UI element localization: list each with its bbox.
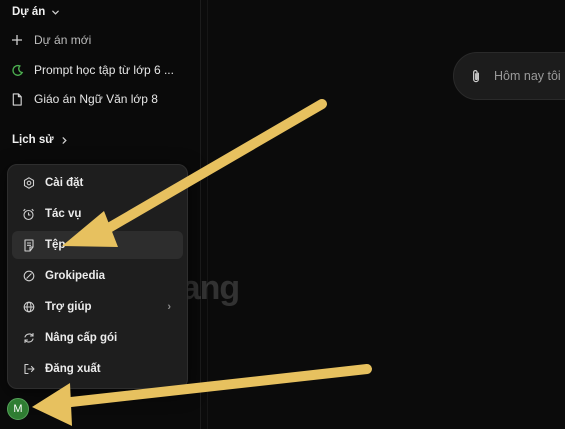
document-icon bbox=[10, 92, 24, 106]
moon-icon bbox=[10, 63, 24, 77]
menu-item-label: Đăng xuất bbox=[45, 363, 101, 375]
divider bbox=[207, 0, 208, 429]
new-project-label: Dự án mới bbox=[34, 33, 92, 47]
file-icon bbox=[22, 238, 35, 252]
new-project-button[interactable]: Dự án mới bbox=[10, 28, 192, 52]
menu-item-logout[interactable]: Đăng xuất bbox=[12, 355, 183, 383]
menu-item-label: Nâng cấp gói bbox=[45, 332, 118, 344]
menu-item-label: Trợ giúp bbox=[45, 301, 92, 313]
menu-item-files[interactable]: Tệp bbox=[12, 231, 183, 259]
menu-item-label: Tệp bbox=[45, 239, 66, 251]
menu-item-label: Grokipedia bbox=[45, 270, 106, 282]
menu-item-label: Tác vụ bbox=[45, 208, 82, 220]
project-label: Prompt học tập từ lớp 6 ... bbox=[34, 63, 174, 77]
project-item[interactable]: Prompt học tập từ lớp 6 ... bbox=[10, 58, 192, 82]
globe-icon bbox=[22, 301, 35, 314]
menu-item-grokipedia[interactable]: Grokipedia bbox=[12, 262, 183, 290]
chevron-right-icon: › bbox=[167, 301, 171, 313]
account-menu: Cài đặt Tác vụ Tệp Grokipedia Trợ giúp ›… bbox=[7, 164, 188, 389]
avatar[interactable]: M bbox=[7, 398, 29, 420]
alarm-clock-icon bbox=[22, 208, 35, 221]
projects-header-label: Dự án bbox=[12, 6, 46, 18]
refresh-icon bbox=[22, 332, 35, 345]
logout-icon bbox=[22, 363, 35, 376]
project-label: Giáo án Ngữ Văn lớp 8 bbox=[34, 92, 158, 106]
menu-item-tasks[interactable]: Tác vụ bbox=[12, 200, 183, 228]
history-header-label: Lịch sử bbox=[12, 134, 54, 146]
chevron-right-icon bbox=[62, 136, 67, 144]
chevron-down-icon bbox=[52, 10, 60, 15]
project-item[interactable]: Giáo án Ngữ Văn lớp 8 bbox=[10, 87, 192, 111]
chat-composer[interactable] bbox=[453, 52, 565, 100]
menu-item-settings[interactable]: Cài đặt bbox=[12, 169, 183, 197]
chat-input[interactable] bbox=[494, 69, 564, 83]
projects-header[interactable]: Dự án bbox=[12, 6, 60, 18]
history-header[interactable]: Lịch sử bbox=[12, 134, 69, 146]
plus-icon bbox=[10, 33, 24, 47]
gear-icon bbox=[22, 177, 35, 190]
grokipedia-icon bbox=[22, 270, 35, 283]
menu-item-upgrade[interactable]: Nâng cấp gói bbox=[12, 324, 183, 352]
menu-item-help[interactable]: Trợ giúp › bbox=[12, 293, 183, 321]
menu-item-label: Cài đặt bbox=[45, 177, 84, 189]
paperclip-icon[interactable] bbox=[470, 69, 482, 84]
